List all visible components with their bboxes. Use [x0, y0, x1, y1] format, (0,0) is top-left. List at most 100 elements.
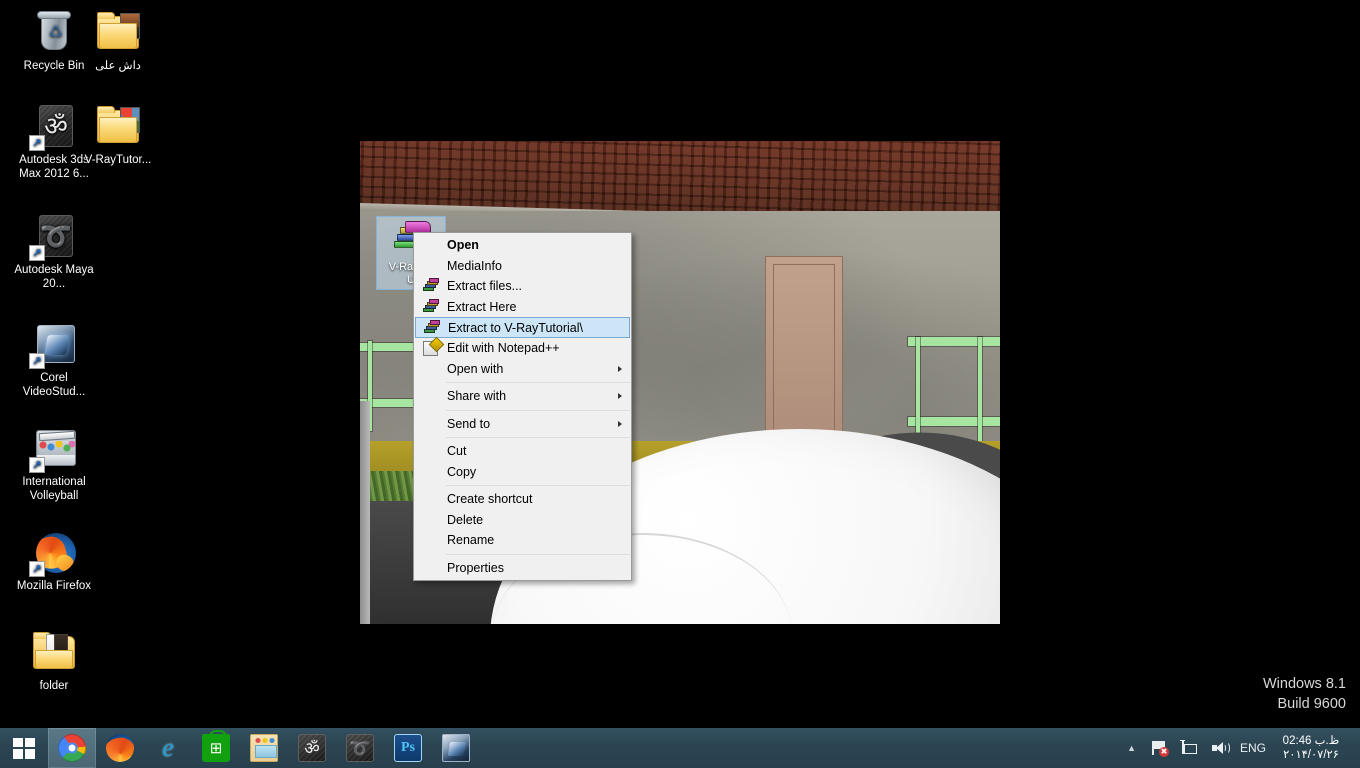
shortcut-overlay-icon — [29, 457, 45, 473]
international-volleyball-icon — [29, 424, 78, 473]
taskbar-ie[interactable]: e — [144, 728, 192, 768]
rar-icon — [415, 297, 447, 317]
clock[interactable]: 02:46 ظ.ب ۲۰۱۴/۰۷/۲۶ — [1272, 734, 1354, 762]
language-indicator[interactable]: ENG — [1234, 728, 1272, 768]
desktop-icon-label: folder — [39, 680, 69, 692]
watermark-line-1: Windows 8.1 — [1262, 676, 1346, 692]
chrome-icon — [58, 734, 86, 762]
maya-icon: ➰ — [346, 734, 374, 762]
open-folder-icon — [30, 628, 78, 676]
menu-item-open[interactable]: Open — [415, 235, 630, 256]
menu-item-icon — [415, 530, 447, 550]
context-menu[interactable]: Open MediaInfo Extract files... Extract … — [413, 232, 632, 581]
menu-item-icon — [415, 414, 447, 434]
show-hidden-icons-button[interactable]: ▲ — [1119, 743, 1144, 753]
desktop-icon-folder[interactable]: folder — [6, 628, 102, 694]
shortcut-overlay-icon — [29, 561, 45, 577]
volume-icon — [1210, 740, 1230, 756]
desktop-icon-label: Mozilla Firefox — [16, 580, 92, 592]
menu-item-mediainfo[interactable]: MediaInfo — [415, 256, 630, 277]
system-tray: ▲ ✖ ENG 02:46 ظ.ب ۲۰۱۴/۰۷/۲۶ — [1119, 728, 1360, 768]
desktop-icon-dash-ali[interactable]: داش على — [70, 8, 166, 74]
rar-icon — [415, 276, 447, 296]
windows-watermark: Windows 8.1 Build 9600 — [1263, 674, 1346, 714]
3dsmax-icon: ॐ — [298, 734, 326, 762]
desktop-icon-autodesk-maya[interactable]: ➰ Autodesk Maya 20... — [6, 212, 102, 291]
corel-icon — [442, 734, 470, 762]
ie-icon: e — [162, 733, 174, 762]
taskbar-3ds-max[interactable]: ॐ — [288, 728, 336, 768]
taskbar-store[interactable]: ⊞ — [192, 728, 240, 768]
menu-item-cut[interactable]: Cut — [415, 441, 630, 462]
taskbar: e ⊞ ॐ ➰ Ps ▲ ✖ ENG 02:46 ظ.ب ۲۰۱۴/۰۷/۲۶ — [0, 728, 1360, 768]
notepad-plus-plus-icon — [415, 338, 447, 358]
desktop-icon-international-volleyball[interactable]: International Volleyball — [6, 424, 102, 503]
menu-item-rename[interactable]: Rename — [415, 530, 630, 551]
maya-icon: ➰ — [29, 212, 78, 261]
menu-item-icon — [415, 359, 447, 379]
menu-item-delete[interactable]: Delete — [415, 510, 630, 531]
firefox-icon — [29, 528, 78, 577]
watermark-line-2: Build 9600 — [1277, 696, 1346, 712]
taskbar-firefox[interactable] — [96, 728, 144, 768]
firefox-icon — [106, 734, 134, 762]
menu-item-extract-to-folder[interactable]: Extract to V-RayTutorial\ — [415, 317, 630, 338]
menu-item-icon — [415, 510, 447, 530]
desktop-icon-mozilla-firefox[interactable]: Mozilla Firefox — [6, 528, 102, 594]
chevron-right-icon — [618, 393, 622, 400]
taskbar-photoshop[interactable]: Ps — [384, 728, 432, 768]
folder-icon — [94, 8, 142, 56]
action-center-button[interactable]: ✖ — [1144, 728, 1174, 768]
menu-item-icon — [415, 386, 447, 406]
photoshop-icon: Ps — [394, 734, 422, 762]
menu-item-open-with[interactable]: Open with — [415, 359, 630, 380]
menu-separator — [446, 485, 630, 486]
menu-item-icon — [415, 489, 447, 509]
menu-item-copy[interactable]: Copy — [415, 462, 630, 483]
taskbar-corel[interactable] — [432, 728, 480, 768]
action-center-flag-icon: ✖ — [1150, 740, 1169, 757]
menu-item-edit-with-notepad-plus-plus[interactable]: Edit with Notepad++ — [415, 338, 630, 359]
folder-icon — [94, 102, 142, 150]
menu-item-icon — [415, 441, 447, 461]
shortcut-overlay-icon — [29, 353, 45, 369]
start-button[interactable] — [0, 728, 48, 768]
menu-separator — [446, 553, 630, 555]
desktop-icon-label: V-RayTutor... — [84, 154, 152, 166]
network-button[interactable] — [1174, 728, 1204, 768]
shortcut-overlay-icon — [29, 245, 45, 261]
menu-item-extract-here[interactable]: Extract Here — [415, 297, 630, 318]
volume-button[interactable] — [1204, 728, 1234, 768]
desktop-icon-v-raytutorial-folder[interactable]: V-RayTutor... — [70, 102, 166, 168]
desktop-icon-label: International Volleyball — [22, 476, 86, 502]
taskbar-chrome[interactable] — [48, 728, 96, 768]
menu-item-send-to[interactable]: Send to — [415, 414, 630, 435]
corel-videostudio-icon — [29, 320, 78, 369]
network-icon — [1179, 740, 1198, 756]
taskbar-maya[interactable]: ➰ — [336, 728, 384, 768]
menu-item-icon — [415, 558, 447, 578]
menu-separator — [446, 437, 630, 438]
menu-item-extract-files[interactable]: Extract files... — [415, 276, 630, 297]
menu-item-properties[interactable]: Properties — [415, 558, 630, 579]
menu-item-icon — [415, 462, 447, 482]
store-icon: ⊞ — [202, 730, 230, 762]
menu-item-share-with[interactable]: Share with — [415, 386, 630, 407]
desktop-screen: Recycle Bin داش على ॐ Autodesk 3ds Max 2… — [0, 0, 1360, 768]
shortcut-overlay-icon — [29, 135, 45, 151]
desktop-icon-label: Autodesk Maya 20... — [14, 264, 94, 290]
desktop-icon-corel-videostudio[interactable]: Corel VideoStud... — [6, 320, 102, 399]
menu-item-create-shortcut[interactable]: Create shortcut — [415, 489, 630, 510]
clock-date: ۲۰۱۴/۰۷/۲۶ — [1283, 749, 1339, 761]
clock-time: 02:46 ظ.ب — [1282, 735, 1340, 747]
taskbar-explorer[interactable] — [240, 728, 288, 768]
rar-icon — [416, 318, 448, 338]
folder-icon — [250, 734, 278, 762]
chevron-right-icon — [618, 365, 622, 372]
menu-separator — [446, 382, 630, 383]
windows-logo-icon — [13, 737, 35, 759]
desktop-icon-label: Corel VideoStud... — [22, 372, 86, 398]
menu-item-icon — [415, 235, 447, 255]
menu-item-icon — [415, 256, 447, 276]
desktop-icon-label: داش على — [95, 60, 141, 72]
